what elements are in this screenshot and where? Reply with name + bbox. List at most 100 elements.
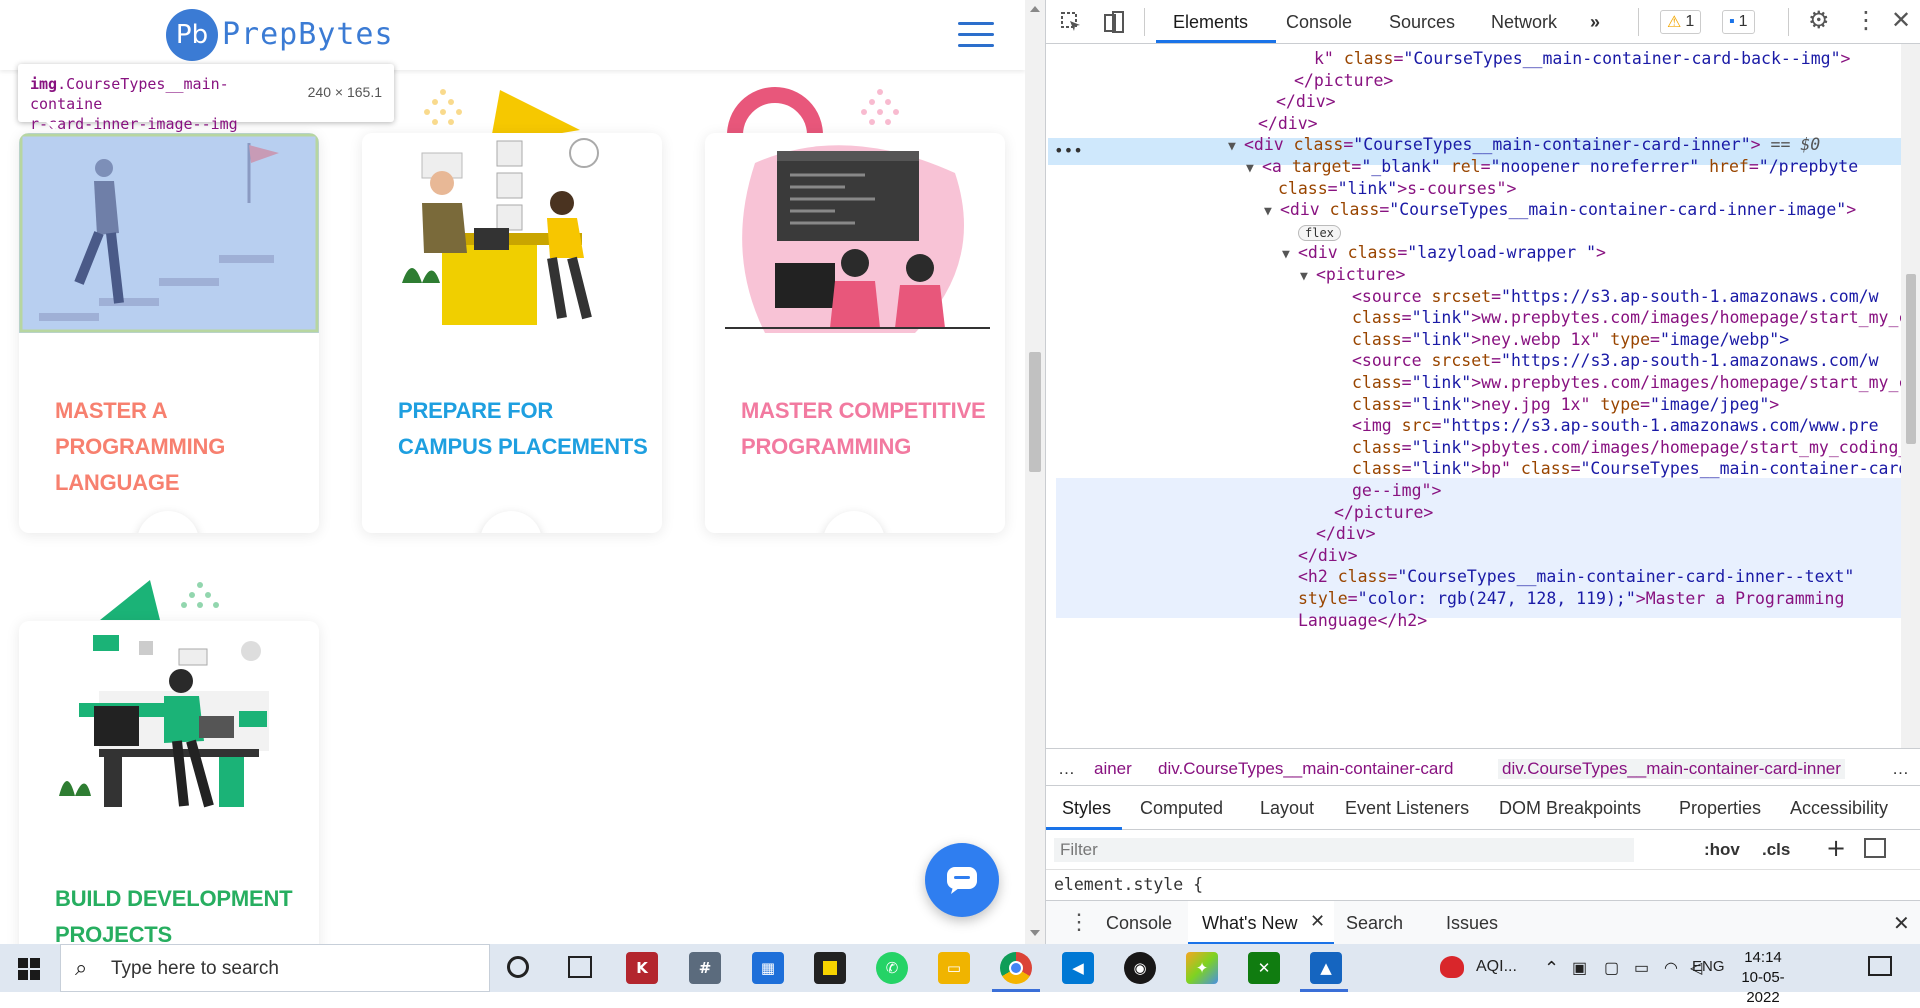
scroll-up-icon[interactable]: [1030, 6, 1040, 12]
dom-line[interactable]: k" class="CourseTypes__main-container-ca…: [1314, 46, 1850, 73]
cls-toggle[interactable]: .cls: [1762, 840, 1790, 860]
tab-sources[interactable]: Sources: [1389, 12, 1455, 33]
tooltip-class-line2: r-card-inner-image--img: [30, 115, 238, 133]
more-tabs-icon[interactable]: »: [1590, 12, 1600, 33]
course-card-competitive-programming[interactable]: MASTER COMPETITIVE PROGRAMMING →: [705, 133, 1005, 533]
device-toolbar-icon[interactable]: [1102, 10, 1126, 34]
tab-computed[interactable]: Computed: [1140, 798, 1223, 819]
site-header: Pb PrepBytes: [0, 0, 1025, 70]
breadcrumb-item[interactable]: div.CourseTypes__main-container-card: [1158, 759, 1453, 779]
tab-event-listeners[interactable]: Event Listeners: [1345, 798, 1469, 819]
element-style-rule[interactable]: element.style {: [1054, 875, 1203, 894]
vscode-icon[interactable]: ◀: [1062, 952, 1094, 984]
settings-gear-icon[interactable]: ⚙: [1808, 6, 1830, 34]
whatsapp-icon[interactable]: ✆: [876, 952, 908, 984]
expand-triangle-icon: ▼: [1246, 161, 1254, 176]
calendar-icon[interactable]: ▦: [752, 952, 784, 984]
tab-console[interactable]: Console: [1286, 12, 1352, 33]
weather-text[interactable]: AQI...: [1476, 958, 1517, 976]
chrome-icon[interactable]: [1000, 952, 1032, 984]
devtools-toolbar: Elements Console Sources Network » ⚠ 1 ▪…: [1046, 0, 1920, 44]
taskbar-search-box[interactable]: ⌕ Type here to search: [60, 944, 490, 992]
dom-tree-scrollbar[interactable]: [1901, 44, 1920, 748]
card-title[interactable]: MASTER A PROGRAMMING LANGUAGE: [55, 393, 305, 501]
scrollbar-thumb[interactable]: [1029, 352, 1041, 472]
search-icon: ⌕: [75, 955, 88, 980]
tab-properties[interactable]: Properties: [1679, 798, 1761, 819]
tab-accessibility[interactable]: Accessibility: [1790, 798, 1888, 819]
paint-app-icon[interactable]: ✦: [1186, 952, 1218, 984]
cortana-icon[interactable]: [507, 956, 529, 978]
photos-icon[interactable]: ▲: [1310, 952, 1342, 984]
course-card-development-projects[interactable]: BUILD DEVELOPMENT PROJECTS: [19, 621, 319, 944]
toggle-sidebar-icon[interactable]: [1864, 838, 1886, 858]
arrow-right-icon[interactable]: →: [823, 511, 885, 533]
windows-start-icon[interactable]: [18, 958, 40, 980]
card-title[interactable]: MASTER COMPETITIVE PROGRAMMING: [741, 393, 991, 465]
wifi-icon[interactable]: ◠: [1664, 958, 1678, 978]
tab-styles[interactable]: Styles: [1062, 798, 1111, 819]
network-icon[interactable]: ▣: [1572, 958, 1587, 978]
drawer-tab-search[interactable]: Search: [1346, 913, 1403, 934]
chevron-up-icon[interactable]: ⌃: [1544, 958, 1559, 979]
course-card-campus-placements[interactable]: PREPARE FOR CAMPUS PLACEMENTS →: [362, 133, 662, 533]
message-count: 1: [1738, 13, 1748, 30]
sticky-notes-icon[interactable]: [814, 952, 846, 984]
course-card-programming-language[interactable]: MASTER A PROGRAMMING LANGUAGE →: [19, 133, 319, 533]
breadcrumb-overflow-right[interactable]: …: [1892, 759, 1909, 779]
battery-icon[interactable]: ▭: [1634, 958, 1649, 978]
tab-layout[interactable]: Layout: [1260, 798, 1314, 819]
clock[interactable]: 14:14 10-05-2022: [1728, 948, 1798, 1008]
drawer-tab-console[interactable]: Console: [1106, 913, 1172, 934]
notification-icon[interactable]: [1868, 956, 1892, 976]
drawer-menu-icon[interactable]: ⋮: [1068, 909, 1090, 935]
calculator-icon[interactable]: #: [689, 952, 721, 984]
breadcrumb-item-active[interactable]: div.CourseTypes__main-container-card-inn…: [1498, 759, 1845, 779]
card-title[interactable]: PREPARE FOR CAMPUS PLACEMENTS: [398, 393, 648, 465]
inspect-element-icon[interactable]: [1060, 11, 1082, 33]
arrow-right-icon[interactable]: →: [137, 511, 199, 533]
file-explorer-icon[interactable]: ▭: [938, 952, 970, 984]
arrow-right-icon[interactable]: →: [480, 511, 542, 533]
language-text[interactable]: ENG: [1692, 958, 1725, 975]
chat-widget-icon[interactable]: [925, 843, 999, 917]
meet-now-icon[interactable]: ▢: [1604, 958, 1619, 978]
prepbytes-logo-icon[interactable]: Pb: [166, 9, 218, 61]
close-devtools-icon[interactable]: ✕: [1891, 6, 1911, 34]
drawer-tab-issues[interactable]: Issues: [1446, 913, 1498, 934]
page-scrollbar[interactable]: [1025, 0, 1045, 944]
prepbytes-logo-text[interactable]: PrepBytes: [222, 17, 394, 52]
tab-elements[interactable]: Elements: [1173, 12, 1248, 33]
messages-badge[interactable]: ▪ 1: [1722, 10, 1755, 34]
card-title[interactable]: BUILD DEVELOPMENT PROJECTS: [55, 881, 305, 944]
weather-icon[interactable]: [1440, 956, 1464, 978]
hamburger-menu-icon[interactable]: [958, 22, 994, 48]
hov-toggle[interactable]: :hov: [1704, 840, 1740, 860]
clock-time: 14:14: [1744, 949, 1782, 966]
card-illustration-interview: [402, 138, 599, 325]
expand-triangle-icon: ▼: [1264, 204, 1272, 220]
github-icon[interactable]: ◉: [1124, 952, 1156, 984]
scrollbar-thumb[interactable]: [1906, 274, 1916, 444]
kali-app-icon[interactable]: K: [626, 952, 658, 984]
dom-node-options-icon[interactable]: •••: [1054, 138, 1083, 165]
styles-filter-input[interactable]: [1054, 838, 1634, 862]
tab-dom-breakpoints[interactable]: DOM Breakpoints: [1499, 798, 1641, 819]
drawer-tab-whats-new[interactable]: What's New: [1202, 913, 1297, 934]
filter-row: :hov .cls +: [1046, 830, 1920, 870]
dom-line[interactable]: Language</h2>: [1298, 608, 1427, 635]
dom-tree[interactable]: ••• k" class="CourseTypes__main-containe…: [1046, 44, 1901, 748]
tooltip-tag: img: [30, 75, 58, 93]
task-view-icon[interactable]: [568, 956, 592, 978]
breadcrumb-item[interactable]: ainer: [1094, 759, 1132, 779]
breadcrumb-overflow-left[interactable]: …: [1058, 759, 1075, 779]
more-options-icon[interactable]: ⋮: [1854, 6, 1878, 34]
new-style-rule-icon[interactable]: +: [1826, 834, 1846, 862]
close-tab-icon[interactable]: ✕: [1310, 911, 1325, 932]
close-drawer-icon[interactable]: ✕: [1893, 911, 1910, 936]
dom-line[interactable]: ▼ <div class="CourseTypes__main-container…: [1264, 197, 1856, 224]
tab-network[interactable]: Network: [1491, 12, 1557, 33]
warnings-badge[interactable]: ⚠ 1: [1660, 10, 1702, 34]
xbox-icon[interactable]: ✕: [1248, 952, 1280, 984]
scroll-down-icon[interactable]: [1030, 930, 1040, 936]
